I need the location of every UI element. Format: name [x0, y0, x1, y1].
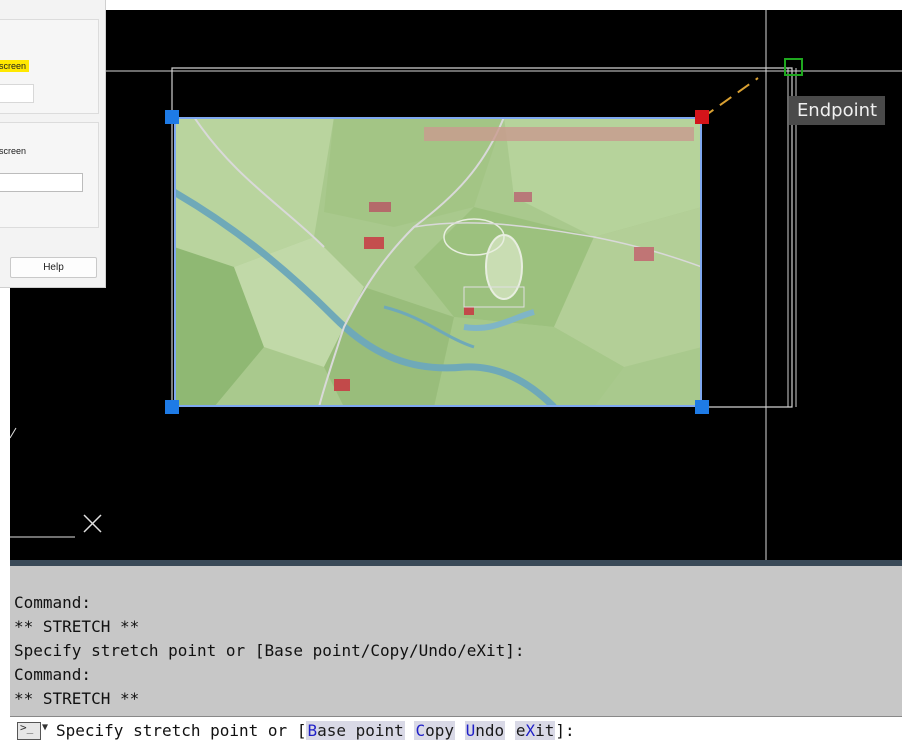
history-line: Command: — [14, 665, 92, 684]
grip-top-left[interactable] — [165, 110, 179, 124]
history-line: ** STRETCH ** — [14, 617, 140, 636]
grip-bottom-left[interactable] — [165, 400, 179, 414]
prompt-after: ]: — [555, 721, 575, 740]
command-prompt-text: Specify stretch point or [Base point Cop… — [56, 721, 575, 740]
recent-commands-chevron-icon[interactable]: ▼ — [42, 722, 48, 733]
group2-field[interactable] — [0, 173, 83, 192]
command-line[interactable]: >_ ▼ Specify stretch point or [Base poin… — [10, 716, 902, 743]
option-exit[interactable]: eXit — [514, 721, 556, 740]
grip-bottom-right[interactable] — [695, 400, 709, 414]
properties-dialog-fragment: screen screen Help — [0, 0, 106, 288]
history-line: Command: — [14, 593, 92, 612]
help-button[interactable]: Help — [10, 257, 97, 278]
group1-field[interactable] — [0, 84, 34, 103]
history-line: ** STRETCH ** — [14, 689, 140, 708]
drawing-canvas[interactable]: Endpoint — [10, 10, 902, 560]
command-prompt-icon[interactable]: >_ — [17, 721, 41, 740]
dialog-group-2: screen — [0, 122, 99, 228]
selection-outline — [174, 117, 702, 407]
command-history: Command: ** STRETCH ** Specify stretch p… — [10, 566, 902, 716]
rubber-band-line — [701, 77, 759, 119]
option-base-point[interactable]: Base point — [306, 721, 405, 740]
group1-label: screen — [0, 60, 30, 72]
dialog-group-1: screen — [0, 19, 99, 114]
osnap-tooltip: Endpoint — [789, 96, 885, 125]
group2-label: screen — [0, 146, 27, 156]
option-copy[interactable]: Copy — [414, 721, 455, 740]
history-line: Specify stretch point or [Base point/Cop… — [14, 641, 525, 660]
option-undo[interactable]: Undo — [464, 721, 506, 740]
prompt-before: Specify stretch point or [ — [56, 721, 307, 740]
grip-top-right-hot[interactable] — [695, 110, 709, 124]
